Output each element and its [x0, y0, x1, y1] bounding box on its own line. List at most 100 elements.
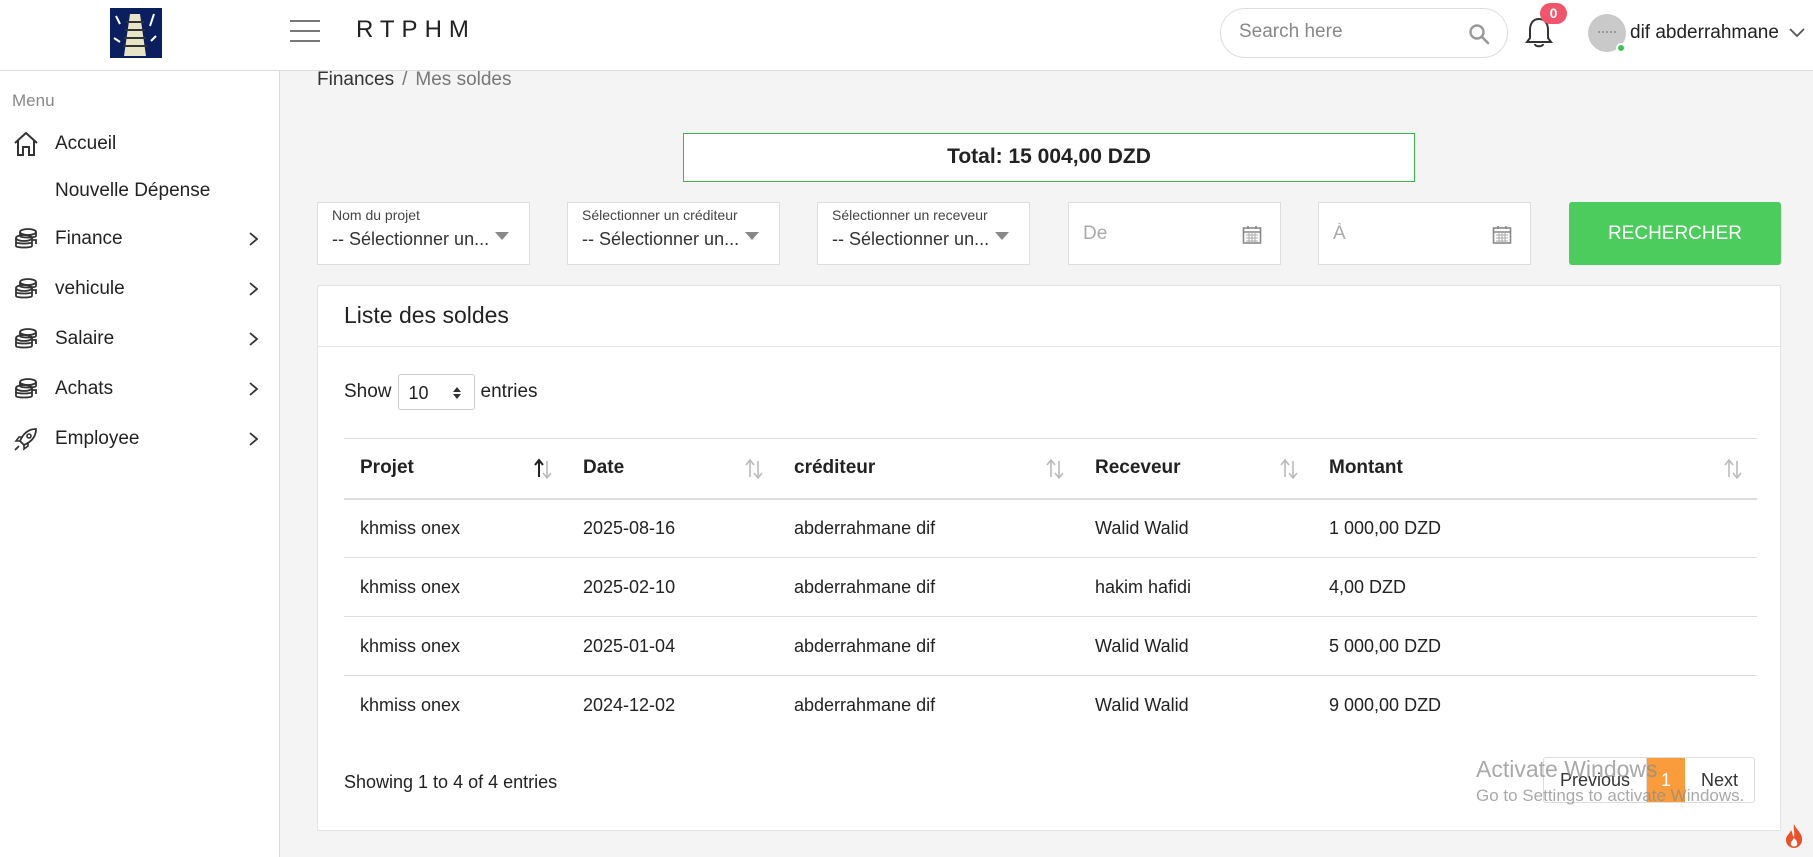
sort-icon — [1046, 458, 1064, 480]
divider — [318, 346, 1780, 347]
cell-crediteur: abderrahmane dif — [794, 517, 936, 538]
sidebar-item-achats[interactable]: Achats — [0, 369, 280, 409]
calendar-icon[interactable] — [1242, 225, 1262, 245]
breadcrumb-separator: / — [402, 69, 408, 90]
cell-date: 2025-01-04 — [583, 635, 676, 656]
sort-ascending-icon — [534, 458, 552, 480]
show-label: Show — [344, 381, 392, 402]
column-header-projet[interactable]: Projet — [344, 439, 567, 499]
project-select-value: -- Sélectionner un... — [332, 229, 490, 249]
pagination: Previous 1 Next — [1543, 757, 1756, 803]
updown-arrows-icon — [452, 387, 461, 399]
cell-projet: khmiss onex — [360, 635, 461, 656]
page-size-select[interactable]: 10 — [397, 374, 475, 410]
date-to-input[interactable] — [1333, 223, 1483, 245]
column-header-receveur[interactable]: Receveur — [1079, 439, 1313, 499]
calendar-icon[interactable] — [1492, 225, 1512, 245]
sidebar-item-label: Employee — [55, 428, 140, 449]
cell-receveur: hakim hafidi — [1095, 576, 1192, 597]
column-header-date[interactable]: Date — [567, 439, 778, 499]
search-icon[interactable] — [1467, 22, 1491, 46]
search-button[interactable]: RECHERCHER — [1569, 202, 1781, 265]
table-row: khmiss onex 2025-01-04 abderrahmane dif … — [344, 617, 1757, 676]
cell-receveur: Walid Walid — [1095, 517, 1189, 538]
chevron-right-icon — [249, 332, 259, 346]
sidebar: Menu Accueil Nouvelle Dépense Finance ve… — [0, 71, 280, 857]
sort-icon — [1724, 458, 1742, 480]
hamburger-menu-icon[interactable] — [290, 20, 320, 46]
cell-date: 2024-12-02 — [583, 694, 676, 715]
receiver-select[interactable]: Sélectionner un receveur -- Sélectionner… — [817, 202, 1030, 265]
cell-montant: 5 000,00 DZD — [1329, 635, 1442, 656]
sidebar-item-label: Salaire — [55, 328, 115, 349]
table-header-row: Projet Date créditeur Receveur Montant — [344, 438, 1757, 499]
balances-table: Projet Date créditeur Receveur Montant k… — [344, 438, 1757, 735]
table-row: khmiss onex 2025-08-16 abderrahmane dif … — [344, 499, 1757, 558]
search-bar — [1220, 8, 1508, 58]
breadcrumb-parent-link[interactable]: Finances — [317, 69, 394, 90]
creditor-select-value: -- Sélectionner un... — [582, 229, 740, 249]
receiver-select-value: -- Sélectionner un... — [832, 229, 990, 249]
menu-heading: Menu — [12, 91, 55, 110]
user-name: dif abderrahmane — [1630, 22, 1779, 43]
search-input[interactable] — [1239, 21, 1459, 43]
avatar — [1588, 14, 1626, 53]
next-page-button[interactable]: Next — [1685, 758, 1754, 802]
caret-down-icon — [745, 232, 759, 240]
sidebar-item-label: vehicule — [55, 278, 125, 299]
date-from-input[interactable] — [1083, 223, 1233, 245]
date-from-field — [1068, 202, 1281, 265]
rocket-icon — [14, 428, 37, 451]
chevron-down-icon — [1789, 28, 1805, 38]
sidebar-item-salaire[interactable]: Salaire — [0, 319, 280, 359]
creditor-select-label: Sélectionner un créditeur — [582, 207, 738, 223]
chevron-right-icon — [249, 282, 259, 296]
cell-crediteur: abderrahmane dif — [794, 635, 936, 656]
sidebar-item-nouvelle-depense[interactable]: Nouvelle Dépense — [0, 171, 280, 211]
project-select-label: Nom du projet — [332, 207, 420, 223]
previous-page-button[interactable]: Previous — [1544, 758, 1648, 802]
creditor-select[interactable]: Sélectionner un créditeur -- Sélectionne… — [567, 202, 780, 265]
breadcrumb: Finances / Mes soldes — [317, 69, 512, 91]
sidebar-item-accueil[interactable]: Accueil — [0, 124, 280, 164]
page-size-control: Show 10 entries — [344, 374, 538, 410]
project-select[interactable]: Nom du projet -- Sélectionner un... — [317, 202, 530, 265]
cell-montant: 1 000,00 DZD — [1329, 517, 1442, 538]
sidebar-item-label: Finance — [55, 228, 123, 249]
fire-icon[interactable] — [1781, 822, 1807, 850]
cell-projet: khmiss onex — [360, 576, 461, 597]
page-size-value: 10 — [408, 383, 429, 403]
total-balance: Total: 15 004,00 DZD — [683, 133, 1415, 182]
brand-title: RTPHM — [356, 16, 476, 43]
cell-crediteur: abderrahmane dif — [794, 576, 936, 597]
cell-date: 2025-02-10 — [583, 576, 676, 597]
entries-label: entries — [480, 381, 538, 402]
sort-icon — [745, 458, 763, 480]
sidebar-item-label: Accueil — [55, 133, 117, 154]
cell-montant: 9 000,00 DZD — [1329, 694, 1442, 715]
chevron-right-icon — [249, 432, 259, 446]
logo-icon[interactable] — [110, 8, 162, 58]
cell-crediteur: abderrahmane dif — [794, 694, 936, 715]
coins-icon — [15, 328, 37, 349]
column-header-crediteur[interactable]: créditeur — [778, 439, 1079, 499]
column-header-montant[interactable]: Montant — [1313, 439, 1757, 499]
cell-receveur: Walid Walid — [1095, 635, 1189, 656]
coins-icon — [15, 228, 37, 249]
notification-count-badge: 0 — [1540, 3, 1567, 24]
user-menu[interactable]: dif abderrahmane — [1588, 14, 1805, 53]
chevron-right-icon — [249, 382, 259, 396]
sidebar-item-finance[interactable]: Finance — [0, 219, 280, 259]
coins-icon — [15, 278, 37, 299]
online-status-dot — [1616, 43, 1626, 53]
caret-down-icon — [995, 232, 1009, 240]
coins-icon — [15, 378, 37, 399]
caret-down-icon — [495, 232, 509, 240]
page-1-button[interactable]: 1 — [1647, 758, 1686, 802]
table-info: Showing 1 to 4 of 4 entries — [344, 772, 558, 792]
breadcrumb-current: Mes soldes — [415, 69, 512, 90]
cell-montant: 4,00 DZD — [1329, 576, 1407, 597]
sidebar-item-employee[interactable]: Employee — [0, 419, 280, 459]
balances-card: Liste des soldes Show 10 entries Projet — [317, 285, 1781, 831]
sidebar-item-vehicule[interactable]: vehicule — [0, 269, 280, 309]
